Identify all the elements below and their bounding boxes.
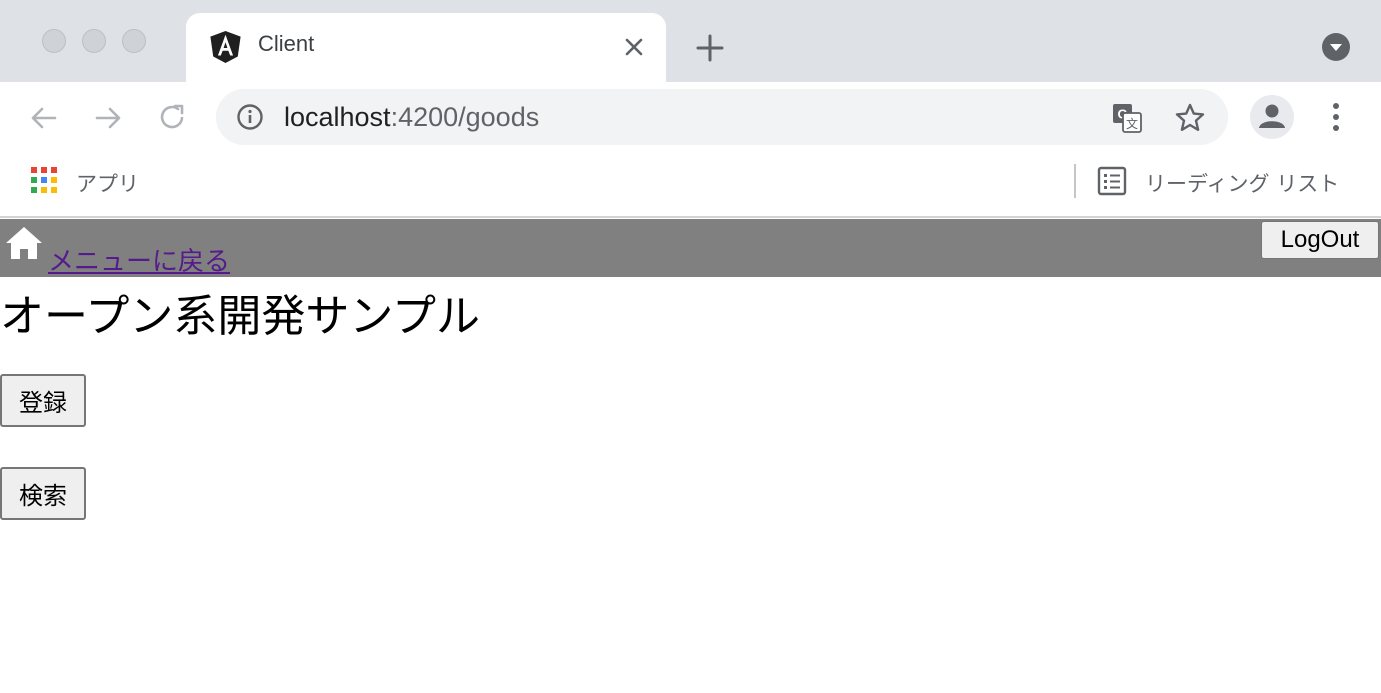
window-close-dot[interactable] <box>42 29 66 53</box>
browser-toolbar: localhost:4200/goods G 文 <box>0 82 1381 152</box>
url-path: :4200/goods <box>390 102 540 132</box>
forward-arrow-icon[interactable] <box>86 96 130 140</box>
address-bar[interactable]: localhost:4200/goods G 文 <box>216 89 1228 145</box>
apps-grid-icon[interactable] <box>30 166 58 194</box>
home-icon[interactable] <box>4 223 44 263</box>
page-title: オープン系開発サンプル <box>0 291 481 342</box>
window-minimize-dot[interactable] <box>82 29 106 53</box>
logout-button[interactable]: LogOut <box>1261 221 1379 259</box>
angular-logo-icon <box>210 30 241 64</box>
bookmarks-divider <box>1074 164 1076 198</box>
profile-avatar[interactable] <box>1250 95 1294 139</box>
browser-titlebar: Client <box>0 0 1381 83</box>
tab-search-icon[interactable] <box>1320 31 1352 63</box>
close-icon[interactable] <box>618 31 650 63</box>
info-icon[interactable] <box>236 103 264 131</box>
reading-list-icon[interactable] <box>1097 166 1127 196</box>
profile-icon <box>1259 104 1285 128</box>
search-button[interactable]: 検索 <box>0 467 86 520</box>
browser-tab-active[interactable]: Client <box>186 13 666 83</box>
window-zoom-dot[interactable] <box>122 29 146 53</box>
app-header-bar: メニューに戻る LogOut <box>0 219 1381 277</box>
url-text[interactable]: localhost:4200/goods <box>284 102 539 133</box>
translate-icon[interactable]: G 文 <box>1111 102 1143 134</box>
tab-title: Client <box>258 31 315 56</box>
back-arrow-icon[interactable] <box>22 96 66 140</box>
new-tab-plus-icon[interactable] <box>690 28 730 68</box>
reading-list-label[interactable]: リーディング リスト <box>1145 168 1339 198</box>
reload-icon[interactable] <box>150 96 194 140</box>
apps-bookmark[interactable]: アプリ <box>76 168 139 198</box>
more-vert-icon[interactable] <box>1320 99 1352 135</box>
back-to-menu-link[interactable]: メニューに戻る <box>48 241 230 278</box>
star-icon[interactable] <box>1174 102 1206 134</box>
url-host: localhost <box>284 102 391 132</box>
svg-text:文: 文 <box>1126 116 1138 131</box>
bookmarks-bar: アプリ リーディング リスト <box>0 152 1381 218</box>
register-button[interactable]: 登録 <box>0 374 86 427</box>
